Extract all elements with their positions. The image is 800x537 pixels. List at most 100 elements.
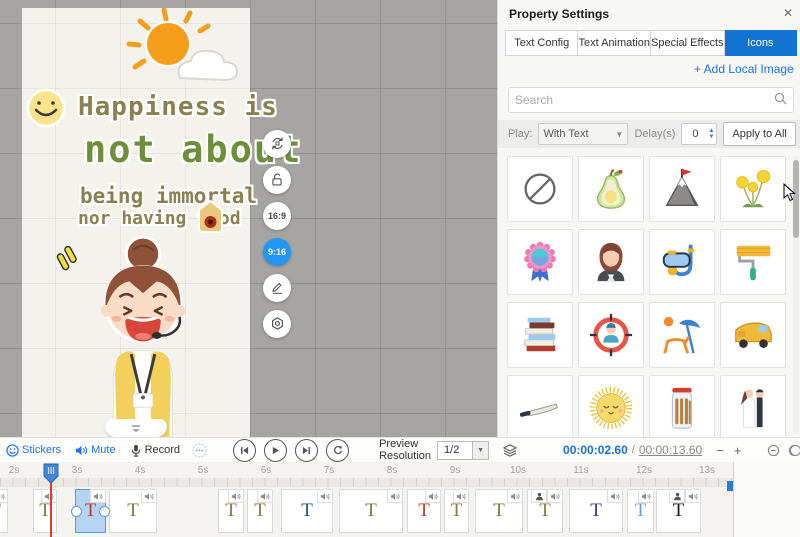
settings-button[interactable] [263,310,291,338]
speaker-icon [141,489,157,503]
mute-button[interactable]: Mute [75,444,115,457]
timeline-clip[interactable]: T [247,489,273,533]
speaker-icon [638,489,654,503]
timeline-clip[interactable]: T [407,489,441,533]
timeline-clip[interactable]: T [656,489,701,533]
timeline-clip[interactable]: T [281,489,333,533]
layers-button[interactable] [503,444,517,457]
timeline-zoom-in-plus[interactable]: + [734,443,742,458]
ruler-label-5s: 5s [198,465,209,476]
canvas-tool-buttons: 16:9 9:16 [263,130,291,338]
delay-label: Delay(s) [634,128,675,140]
preview-resolution-select[interactable]: 1/2 ▼ [437,441,489,460]
aspect-9-16-button[interactable]: 9:16 [263,238,291,266]
delay-stepper[interactable]: 0 ▲▼ [681,123,717,145]
timeline-clip-selected[interactable]: T [75,489,106,533]
replay-button[interactable] [326,439,349,462]
ruler-label-9s: 9s [450,465,461,476]
tab-icons[interactable]: Icons [725,30,797,56]
search-icon[interactable] [774,92,787,108]
icon-tile-snack-jar[interactable] [649,375,715,437]
tab-text-config[interactable]: Text Config [505,30,578,56]
time-total[interactable]: 00:00:13.60 [639,443,702,457]
timeline-clip[interactable]: T [569,489,623,533]
stickers-button[interactable]: Stickers [6,444,61,457]
clip-letter: T [225,500,237,522]
clip-trim-handle-left[interactable] [71,506,82,517]
canvas-collapse-handle[interactable] [105,419,167,437]
icon-tile-wedding-couple[interactable] [720,375,786,437]
record-button[interactable]: Record [130,444,180,457]
icon-tile-sun-face[interactable] [578,375,644,437]
icon-tile-diving-mask[interactable] [649,229,715,295]
icon-play-options-row: Play: With Text ▼ Delay(s) 0 ▲▼ Apply to… [498,120,800,148]
icon-tile-knife[interactable] [507,375,573,437]
speaker-icon [387,489,403,503]
close-icon[interactable]: ✕ [783,6,793,20]
play-button[interactable] [264,439,287,462]
more-options-button[interactable] [192,443,207,458]
tab-text-animation[interactable]: Text Animation [578,30,651,56]
add-local-image-link[interactable]: + Add Local Image [694,62,800,76]
icon-tile-books[interactable] [507,302,573,368]
mute-label: Mute [91,444,115,456]
quote-line-3[interactable]: being immortal [80,184,257,208]
icon-tile-pear[interactable] [578,156,644,222]
icon-tile-woman[interactable] [578,229,644,295]
timeline[interactable]: 2s3s4s5s6s7s8s9s10s11s12s13sTTTTTTTTTTTT… [0,462,800,537]
icon-tile-mountain-flag[interactable] [649,156,715,222]
timeline-clip[interactable]: T [218,489,244,533]
quote-line-1[interactable]: Happiness is [78,92,278,122]
rotate-button[interactable] [263,130,291,158]
timeline-clip[interactable]: T [527,489,563,533]
icon-tile-none[interactable] [507,156,573,222]
timeline-ruler[interactable] [0,478,733,487]
timeline-empty-area [734,462,800,537]
unlock-button[interactable] [263,166,291,194]
panel-title: Property Settings [509,7,609,21]
timeline-clip[interactable]: T [475,489,523,533]
aspect-16-9-button[interactable]: 16:9 [263,202,291,230]
playhead-marker[interactable] [43,463,59,484]
edit-button[interactable] [263,274,291,302]
icon-tile-paint-roller[interactable] [720,229,786,295]
timeline-clip[interactable]: T [627,489,654,533]
smiley-sticker[interactable] [26,88,66,128]
icon-tile-beach[interactable] [649,302,715,368]
clip-letter: T [451,500,463,522]
zoom-slider-knob[interactable] [790,445,800,456]
stepper-arrows-icon[interactable]: ▲▼ [708,128,716,140]
clip-letter: T [254,500,266,522]
skip-end-button[interactable] [295,439,318,462]
time-current: 00:00:02.60 [563,443,628,457]
clip-trim-handle-right[interactable] [99,506,110,517]
icon-tile-flowers[interactable] [720,156,786,222]
timeline-clip[interactable]: T [0,489,8,533]
sun-cloud-sticker[interactable] [118,4,240,90]
zoom-out-button[interactable] [767,444,780,457]
timeline-zoom-out-minus[interactable]: − [716,443,724,458]
play-mode-select[interactable]: With Text ▼ [538,123,628,145]
timeline-clip[interactable]: T [444,489,469,533]
exclamation-sticker[interactable] [54,244,86,280]
speaker-icon [607,489,623,503]
icon-tile-van[interactable] [720,302,786,368]
icon-tile-award-badge[interactable] [507,229,573,295]
icon-tile-target-person[interactable] [578,302,644,368]
clip-letter: T [673,500,685,522]
timeline-clip[interactable]: T [339,489,403,533]
search-input[interactable]: Search [508,87,794,113]
crying-girl-sticker[interactable] [84,230,202,437]
clip-letter: T [635,500,647,522]
person-icon [669,489,685,503]
tab-special-effects[interactable]: Special Effects [651,30,725,56]
property-settings-panel: Property Settings ✕ Text ConfigText Anim… [497,0,800,437]
apply-to-all-button[interactable]: Apply to All [723,122,795,146]
timeline-clip[interactable]: T [109,489,157,533]
timeline-clip[interactable]: T [33,489,57,533]
play-label: Play: [508,128,532,140]
clip-badges [317,489,333,503]
skip-start-button[interactable] [233,439,256,462]
speaker-icon [507,489,523,503]
speaker-icon [317,489,333,503]
